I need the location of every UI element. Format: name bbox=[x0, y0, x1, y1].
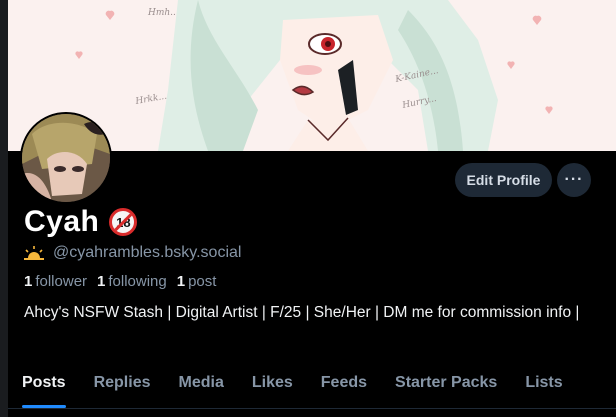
tab-label: Replies bbox=[93, 374, 151, 391]
handle-row: @cyahrambles.bsky.social bbox=[24, 244, 241, 262]
name-row: Cyah 18 bbox=[24, 205, 138, 239]
followers-stat[interactable]: 1 follower bbox=[24, 273, 87, 290]
edit-profile-button[interactable]: Edit Profile bbox=[455, 163, 552, 197]
avatar-image bbox=[22, 114, 110, 202]
posts-label: post bbox=[188, 273, 217, 290]
tab-label: Starter Packs bbox=[395, 374, 498, 391]
display-name: Cyah bbox=[24, 205, 100, 238]
following-count: 1 bbox=[97, 273, 106, 290]
more-options-button[interactable]: ··· bbox=[557, 163, 591, 197]
sun-emoji-icon bbox=[24, 246, 44, 260]
profile-tabs: Posts Replies Media Likes Feeds Starter … bbox=[8, 362, 616, 408]
following-stat[interactable]: 1 following bbox=[97, 273, 167, 290]
window-edge bbox=[0, 0, 8, 417]
followers-count: 1 bbox=[24, 273, 33, 290]
tab-posts[interactable]: Posts bbox=[8, 362, 80, 408]
tab-lists[interactable]: Lists bbox=[511, 362, 576, 408]
tabs-divider bbox=[8, 408, 616, 409]
banner-scribble-1: Hmh.. bbox=[147, 8, 176, 18]
tab-label: Posts bbox=[22, 374, 66, 391]
tab-feeds[interactable]: Feeds bbox=[307, 362, 381, 408]
posts-count: 1 bbox=[176, 273, 186, 290]
age-badge-label: 18 bbox=[116, 214, 131, 230]
tab-label: Media bbox=[178, 374, 224, 391]
ellipsis-icon: ··· bbox=[564, 171, 584, 188]
profile-handle[interactable]: @cyahrambles.bsky.social bbox=[53, 244, 241, 262]
profile-page: Hmh.. Hrkk... K-Kaine... Hurry... Edit P… bbox=[8, 0, 616, 417]
tab-replies[interactable]: Replies bbox=[80, 362, 165, 408]
posts-stat: 1 post bbox=[177, 273, 217, 290]
adult-content-badge-icon: 18 bbox=[109, 208, 138, 236]
tab-media[interactable]: Media bbox=[165, 362, 238, 408]
tab-label: Likes bbox=[251, 374, 293, 391]
tab-label: Lists bbox=[525, 374, 563, 391]
tab-starter-packs[interactable]: Starter Packs bbox=[381, 362, 511, 408]
tab-likes[interactable]: Likes bbox=[238, 362, 307, 408]
followers-label: follower bbox=[35, 273, 88, 290]
avatar[interactable] bbox=[20, 112, 112, 204]
following-label: following bbox=[108, 273, 167, 290]
profile-bio: Ahcy's NSFW Stash | Digital Artist | F/2… bbox=[24, 304, 580, 321]
tab-label: Feeds bbox=[320, 374, 368, 391]
profile-stats: 1 follower 1 following 1 post bbox=[24, 273, 216, 290]
